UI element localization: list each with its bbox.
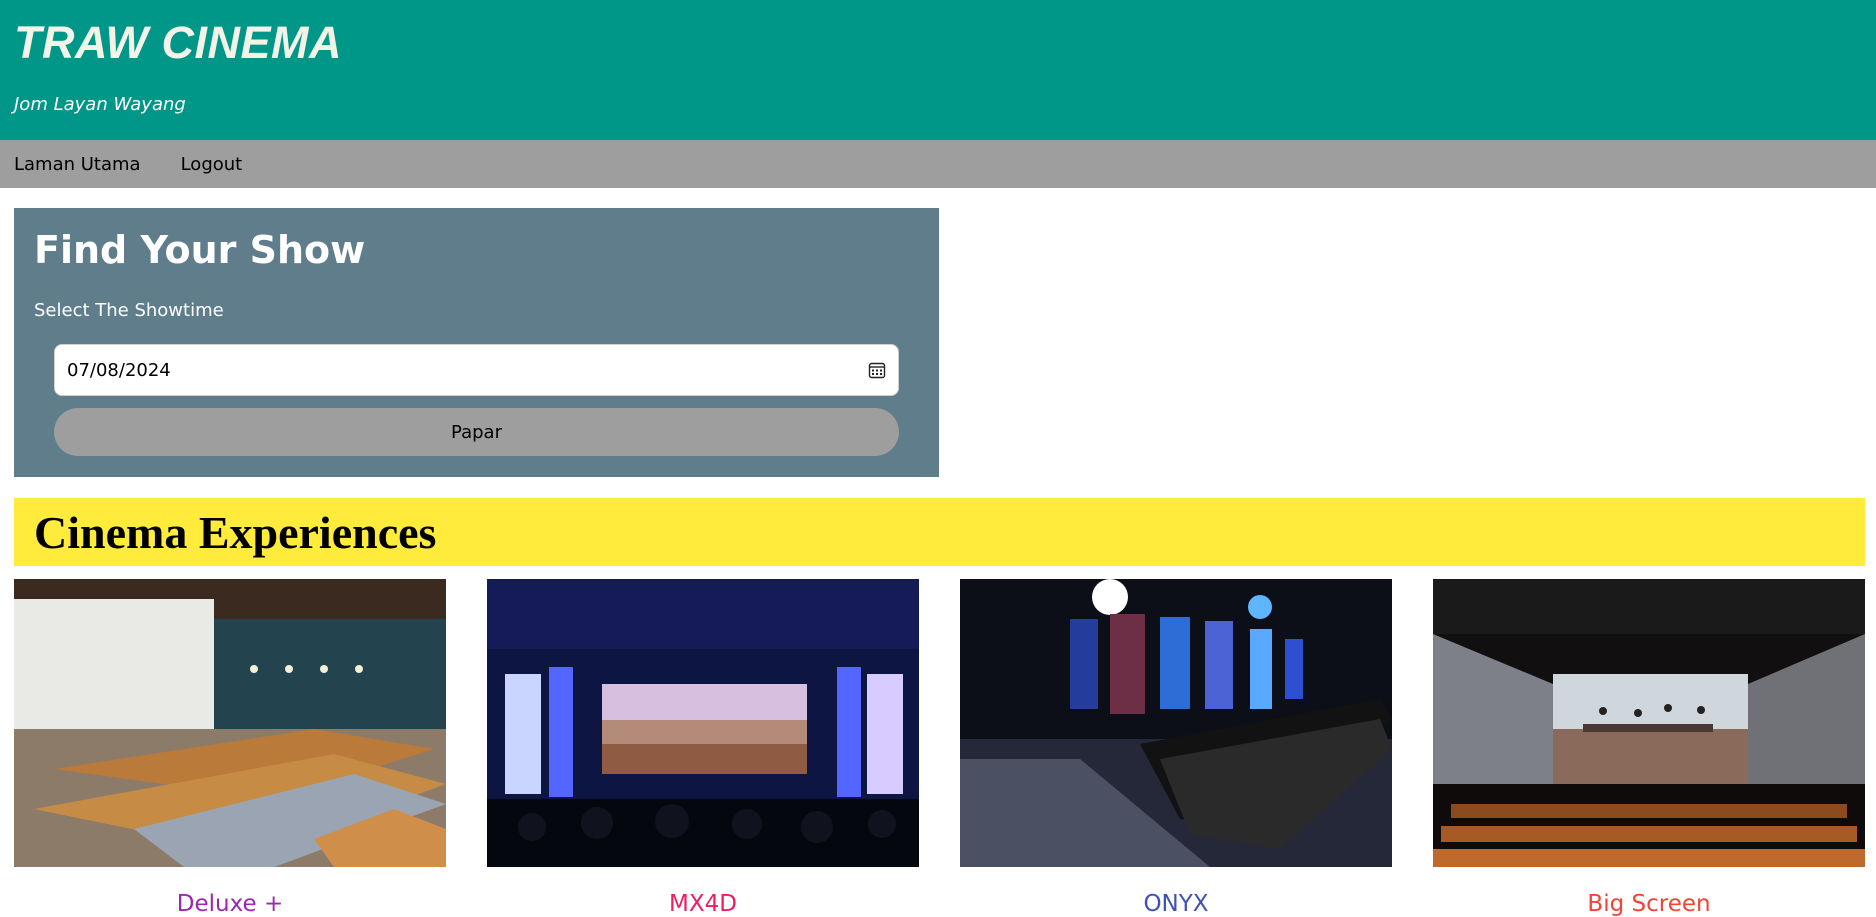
date-input-value[interactable]: 07/08/2024 xyxy=(67,360,868,381)
papar-button[interactable]: Papar xyxy=(54,408,899,456)
experience-card-mx4d[interactable]: MX4D xyxy=(487,579,919,917)
onyx-image[interactable] xyxy=(960,579,1392,867)
experience-card-onyx[interactable]: ONYX xyxy=(960,579,1392,917)
find-show-title: Find Your Show xyxy=(34,228,366,272)
site-tagline: Jom Layan Wayang xyxy=(14,94,186,115)
site-title: TRAW CINEMA xyxy=(14,17,342,68)
showtime-label: Select The Showtime xyxy=(34,300,224,321)
showtime-date-input[interactable]: 07/08/2024 xyxy=(54,344,899,396)
experience-label-big-screen[interactable]: Big Screen xyxy=(1433,891,1865,917)
big-screen-image[interactable] xyxy=(1433,579,1865,867)
site-header: TRAW CINEMA Jom Layan Wayang xyxy=(0,0,1876,140)
find-show-panel: Find Your Show Select The Showtime 07/08… xyxy=(14,208,939,477)
experience-label-onyx[interactable]: ONYX xyxy=(960,891,1392,917)
experience-card-big-screen[interactable]: Big Screen xyxy=(1433,579,1865,917)
deluxe-image[interactable] xyxy=(14,579,446,867)
cinema-experiences-banner: Cinema Experiences xyxy=(14,498,1865,566)
mx4d-image[interactable] xyxy=(487,579,919,867)
cinema-experiences-title: Cinema Experiences xyxy=(34,506,437,558)
experience-label-deluxe[interactable]: Deluxe + xyxy=(14,891,446,917)
nav-bar: Laman Utama Logout xyxy=(0,140,1876,188)
calendar-icon[interactable] xyxy=(868,361,886,379)
experiences-grid: Deluxe + MX4D ONYX Big Screen xyxy=(14,579,1865,917)
experience-card-deluxe[interactable]: Deluxe + xyxy=(14,579,446,917)
nav-laman-utama[interactable]: Laman Utama xyxy=(14,154,141,175)
experience-label-mx4d[interactable]: MX4D xyxy=(487,891,919,917)
nav-logout[interactable]: Logout xyxy=(181,154,243,175)
